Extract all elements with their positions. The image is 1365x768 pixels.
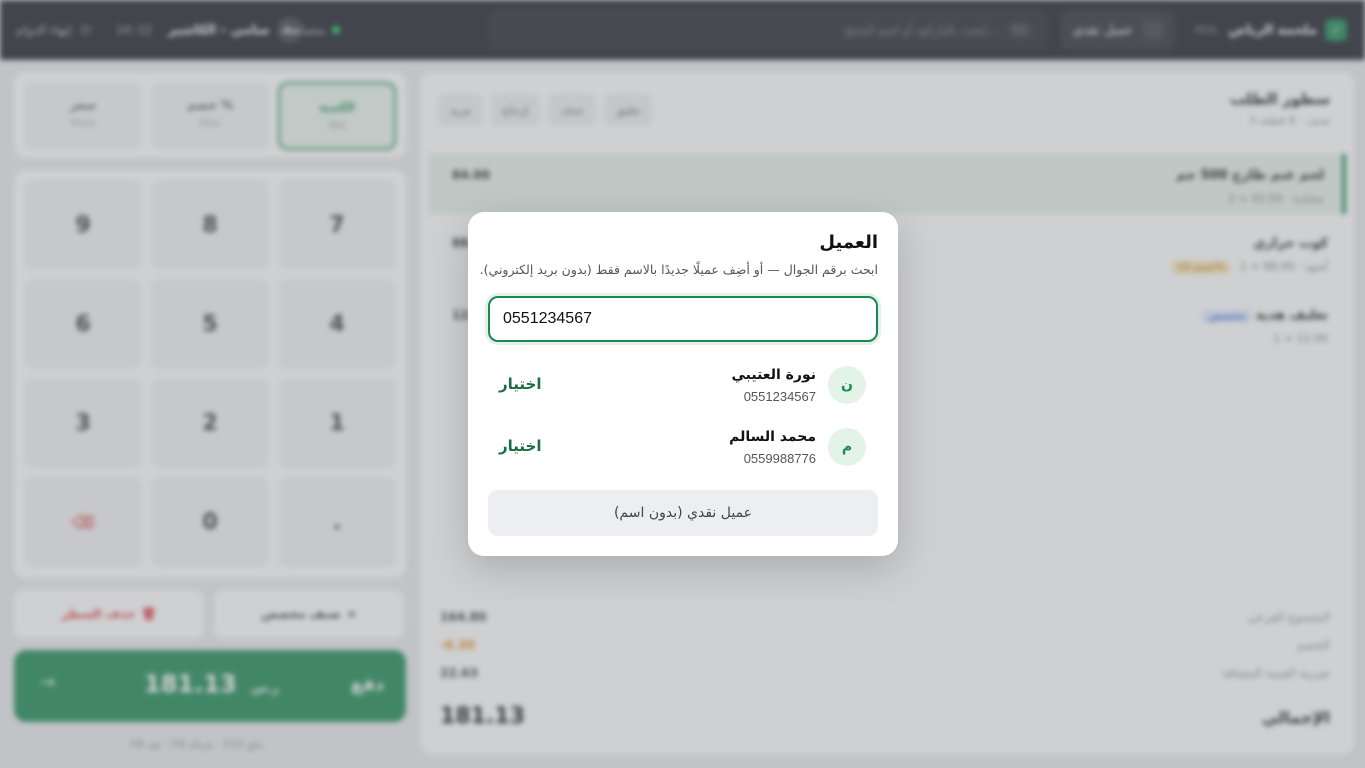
avatar: م (828, 428, 866, 466)
customer-name: نورة العتيبي (731, 367, 817, 383)
customer-result[interactable]: ن نورة العتيبي 0551234567 اختيار (488, 358, 878, 414)
customer-result[interactable]: م محمد السالم 0559988776 اختيار (488, 420, 878, 476)
customer-phone: 0559988776 (743, 451, 816, 466)
avatar: ن (828, 366, 866, 404)
dialog-description: ابحث برقم الجوال — أو أضِف عميلًا جديدًا… (479, 262, 878, 277)
select-customer-button[interactable]: اختيار (499, 375, 541, 393)
select-customer-button[interactable]: اختيار (499, 437, 541, 455)
customer-phone: 0551234567 (743, 389, 816, 404)
customer-name: محمد السالم (729, 429, 816, 445)
phone-search-input[interactable] (488, 296, 878, 342)
cash-customer-button[interactable]: عميل نقدي (بدون اسم) (488, 490, 878, 536)
dialog-title: العميل (819, 232, 878, 253)
customer-dialog: العميل ابحث برقم الجوال — أو أضِف عميلًا… (468, 212, 898, 556)
